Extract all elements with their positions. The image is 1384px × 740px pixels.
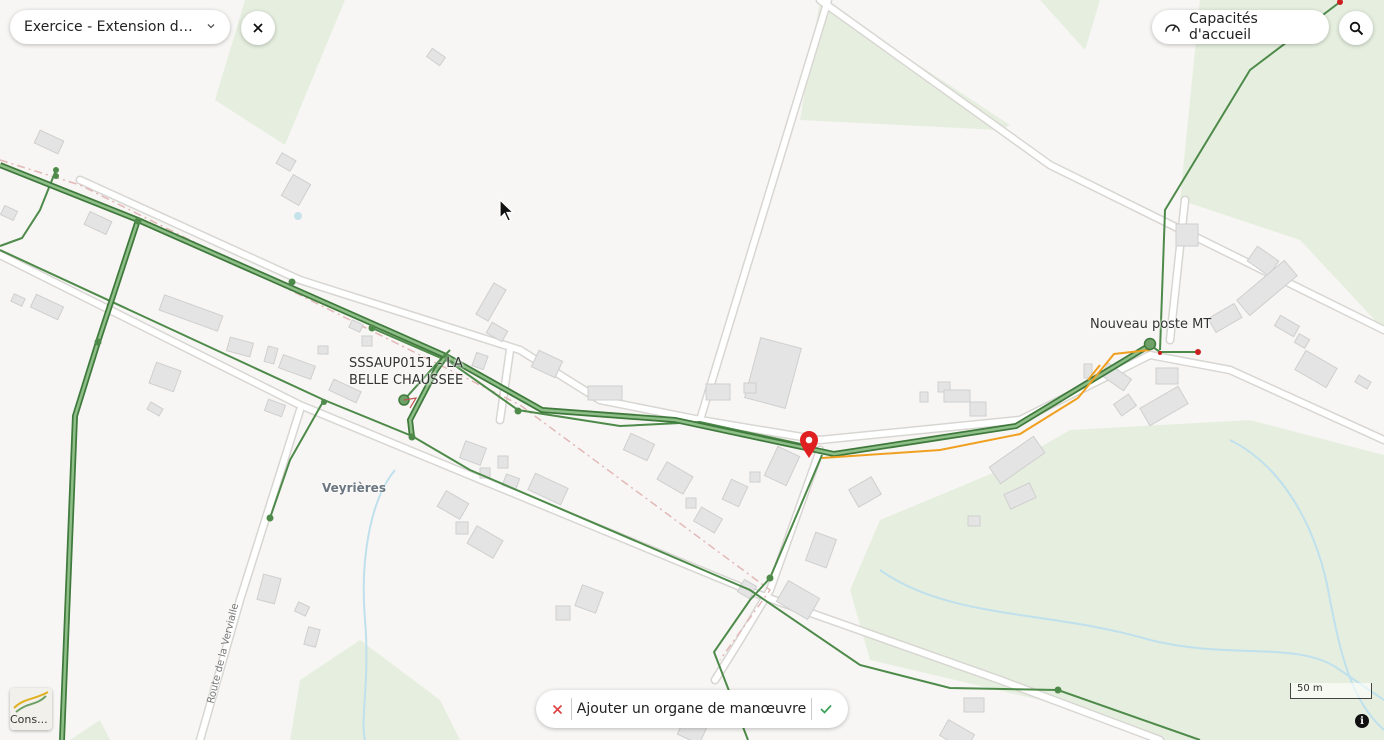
- confirm-button[interactable]: [816, 704, 836, 714]
- new-post-node[interactable]: [1143, 337, 1157, 351]
- map-canvas[interactable]: [0, 0, 1384, 740]
- woodland-areas: [70, 0, 1384, 740]
- layer-switcher-tile[interactable]: Cons...: [10, 688, 52, 730]
- close-button[interactable]: [241, 11, 275, 45]
- capacity-label: Capacités d'accueil: [1189, 11, 1258, 43]
- exercise-selector[interactable]: Exercice - Extension de ré…: [10, 10, 230, 44]
- endpoint-node[interactable]: [1195, 349, 1201, 355]
- info-icon[interactable]: i: [1355, 714, 1369, 728]
- cancel-icon: [552, 704, 563, 714]
- action-label: Ajouter un organe de manœuvre: [576, 701, 807, 717]
- scale-label: 50 m: [1297, 683, 1323, 694]
- substation-label-line2: BELLE CHAUSSEE: [349, 373, 464, 388]
- substation-label: SSSAUP0151 - LA BELLE CHAUSSEE: [349, 355, 463, 389]
- close-icon: [253, 23, 263, 33]
- new-post-label: Nouveau poste MT: [1090, 317, 1212, 332]
- check-icon: [820, 704, 832, 714]
- gauge-icon: [1165, 24, 1180, 32]
- endpoint-node-small: [1158, 351, 1162, 355]
- village-label: Veyrières: [322, 481, 386, 495]
- layer-switcher-label: Cons...: [10, 713, 48, 726]
- pond: [294, 212, 302, 220]
- exercise-selector-label: Exercice - Extension de ré…: [24, 19, 200, 35]
- capacity-button[interactable]: Capacités d'accueil: [1152, 10, 1329, 44]
- scale-bar: 50 m: [1290, 683, 1372, 699]
- chevron-down-icon: [206, 21, 216, 34]
- search-button[interactable]: [1339, 11, 1373, 45]
- action-bar: Ajouter un organe de manœuvre: [536, 690, 848, 728]
- divider: [810, 698, 812, 720]
- search-icon: [1349, 21, 1363, 35]
- divider: [571, 698, 573, 720]
- substation-label-line1: SSSAUP0151 - LA: [349, 356, 463, 371]
- cancel-button[interactable]: [548, 704, 567, 715]
- mouse-cursor-icon: [499, 198, 515, 222]
